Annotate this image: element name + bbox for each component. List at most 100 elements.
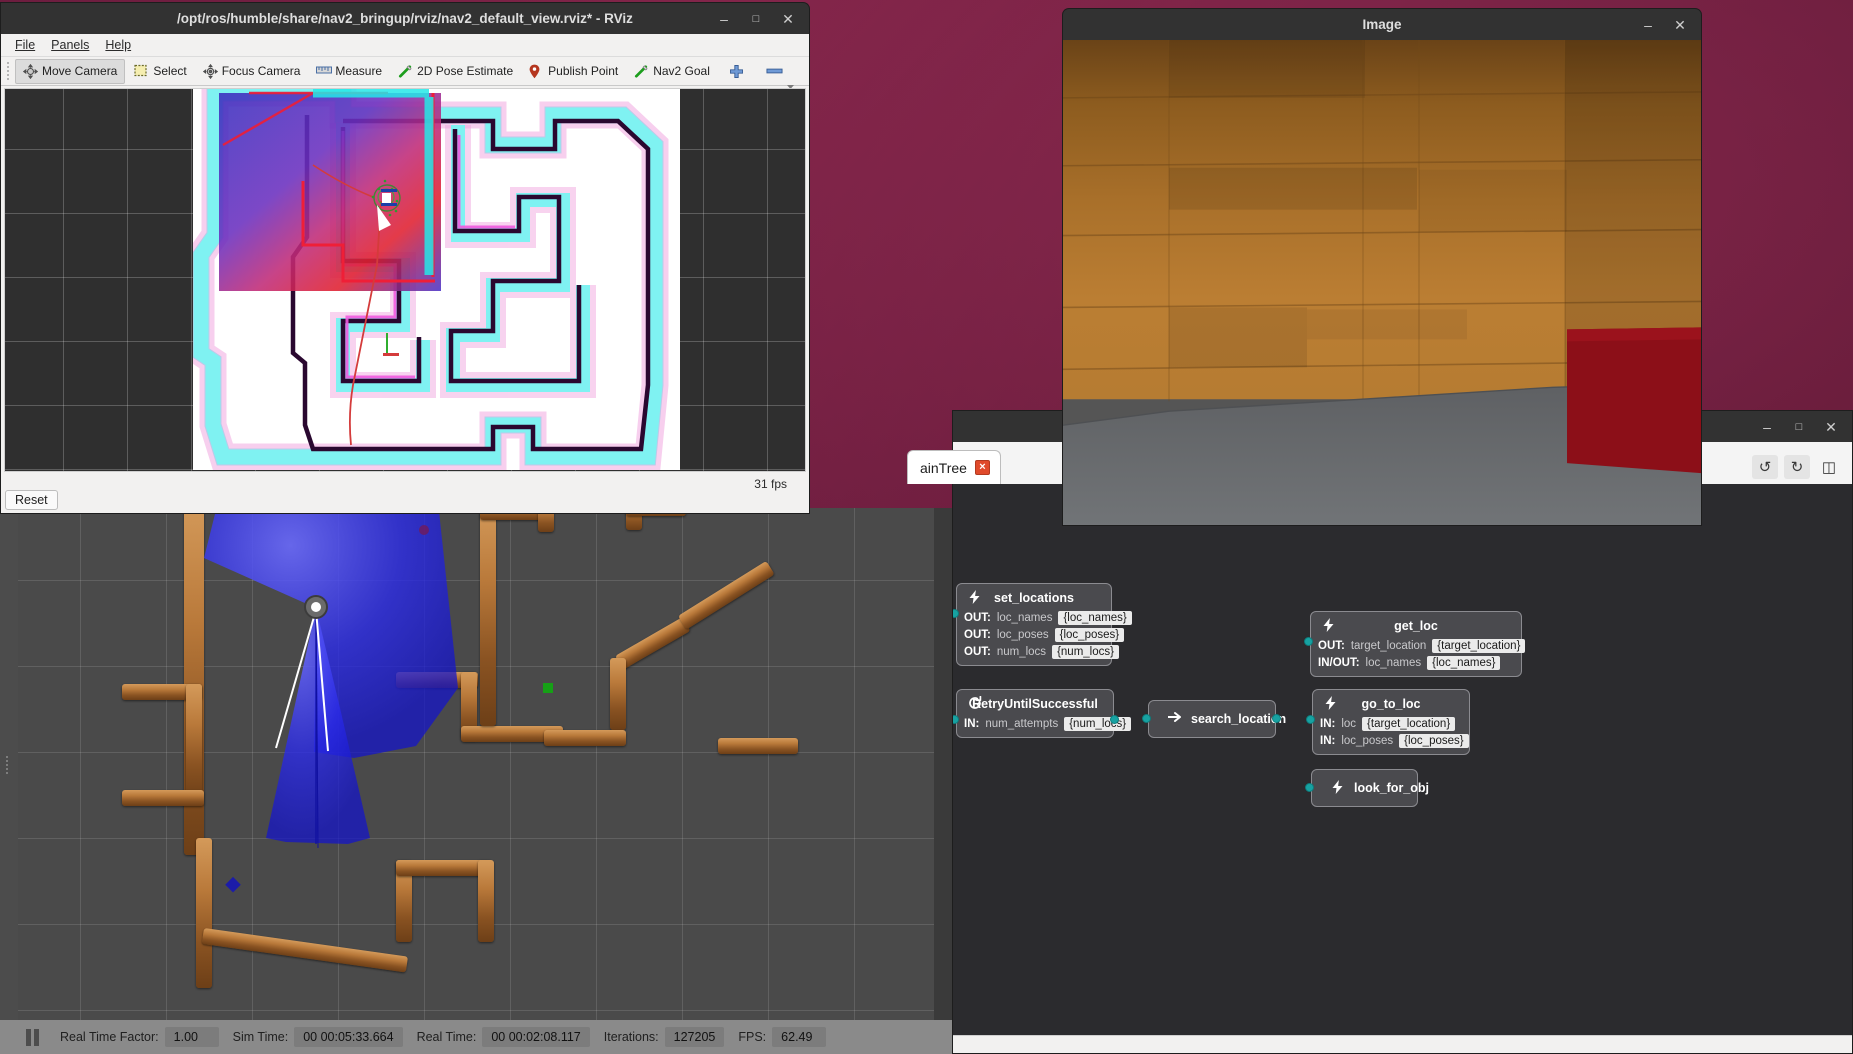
bt-port-left[interactable] (1142, 714, 1151, 723)
bt-port-name: loc_poses (1341, 735, 1394, 747)
tool-measure[interactable]: Measure (309, 59, 389, 84)
bt-port-row: IN: loc {target_location} (1320, 717, 1462, 731)
status-value-fps: 62.49 (772, 1027, 827, 1047)
retry-icon (968, 695, 983, 711)
menu-file-label: File (15, 38, 36, 52)
bt-port-direction: IN: (1320, 735, 1336, 747)
toolbar-grip[interactable] (5, 60, 13, 82)
gazebo-status-bar: Real Time Factor: 1.00 Sim Time: 00 00:0… (0, 1020, 952, 1054)
measure-icon (316, 64, 333, 79)
bt-port-value[interactable]: {loc_poses} (1054, 628, 1125, 642)
tool-move-camera-label: Move Camera (42, 64, 118, 78)
groot-maximize-button[interactable]: □ (1786, 415, 1812, 439)
image-window-title: Image (1362, 17, 1402, 32)
rviz-close-button[interactable]: ✕ (775, 7, 801, 31)
bt-port-value[interactable]: {num_locs} (1052, 645, 1119, 659)
bt-node-search_location[interactable]: search_location (1148, 700, 1286, 738)
rviz-titlebar[interactable]: /opt/ros/humble/share/nav2_bringup/rviz/… (0, 2, 810, 34)
bt-port-left[interactable] (1304, 637, 1313, 646)
reset-button[interactable]: Reset (5, 490, 58, 510)
gazebo-body: Real Time Factor: 1.00 Sim Time: 00 00:0… (0, 508, 952, 1054)
bt-node-header: RetryUntilSuccessful (964, 695, 1106, 714)
bt-port-left[interactable] (1305, 783, 1314, 792)
groot-toolbar: ↺ ↻ ◫ (1752, 455, 1842, 479)
bt-port-value[interactable]: {target_location} (1362, 717, 1456, 731)
bt-node-get_loc[interactable]: get_loc OUT: target_location {target_locati… (1310, 611, 1526, 677)
status-label-simtime: Sim Time: (232, 1030, 289, 1044)
tool-add[interactable] (719, 59, 754, 84)
tab-main-tree[interactable]: ainTree × (907, 450, 1001, 484)
bt-port-direction: IN/OUT: (1318, 657, 1360, 669)
bt-port-right[interactable] (1110, 715, 1119, 724)
menu-panels-label: Panels (51, 38, 90, 52)
bt-port-direction: OUT: (964, 612, 991, 624)
bt-node-look_for_obj[interactable]: look_for_obj (1311, 769, 1429, 807)
plus-icon (729, 64, 744, 79)
bt-port-value[interactable]: {num_locs} (1064, 717, 1132, 731)
bt-port-row: OUT: loc_names {loc_names} (964, 611, 1132, 625)
tool-measure-label: Measure (335, 64, 383, 78)
bt-node-set_locations[interactable]: set_locations OUT: loc_names {loc_names} OUT… (956, 583, 1132, 666)
camera-frame (1063, 40, 1701, 525)
bt-port-value[interactable]: {target_location} (1432, 639, 1526, 653)
rviz-minimize-button[interactable]: – (711, 7, 737, 31)
groot-close-button[interactable]: ✕ (1818, 415, 1844, 439)
behavior-tree-canvas[interactable]: main_loopset_locationsOUT:loc_names{loc_… (953, 484, 1852, 1035)
action-bolt-icon (1324, 696, 1339, 711)
image-minimize-button[interactable]: – (1635, 13, 1661, 37)
image-window: Image – ✕ (1062, 8, 1702, 526)
rviz-window: /opt/ros/humble/share/nav2_bringup/rviz/… (0, 2, 810, 514)
pose-estimate-icon (398, 64, 413, 79)
bt-port-name: loc_names (996, 612, 1053, 624)
tool-focus-camera-label: Focus Camera (221, 64, 301, 78)
undo-icon[interactable]: ↺ (1752, 455, 1778, 479)
focus-camera-icon (202, 63, 218, 79)
rviz-maximize-button[interactable]: □ (743, 7, 769, 31)
bt-port-row: OUT: num_locs {num_locs} (964, 645, 1119, 659)
rviz-fps-row: 31 fps (1, 472, 809, 496)
bt-port-name: num_attempts (985, 718, 1059, 730)
bt-node-RetryUntilSuccessful[interactable]: RetryUntilSuccessful IN: num_attempts {num_… (956, 689, 1132, 738)
bt-port-row: OUT: target_location {target_location} (1318, 639, 1526, 653)
menu-panels[interactable]: Panels (43, 36, 97, 54)
tool-move-camera[interactable]: Move Camera (15, 58, 126, 84)
tool-2d-pose-estimate[interactable]: 2D Pose Estimate (391, 59, 520, 84)
gazebo-3d-viewport[interactable] (18, 508, 934, 1020)
menu-help[interactable]: Help (97, 36, 139, 54)
bt-port-value[interactable]: {loc_names} (1058, 611, 1132, 625)
redo-icon[interactable]: ↻ (1784, 455, 1810, 479)
status-label-rtf: Real Time Factor: (60, 1030, 159, 1044)
tool-select[interactable]: Select (127, 59, 193, 84)
bt-port-value[interactable]: {loc_poses} (1399, 734, 1469, 748)
tool-publish-point[interactable]: Publish Point (522, 59, 625, 84)
split-view-icon[interactable]: ◫ (1816, 455, 1842, 479)
bt-port-direction: OUT: (964, 646, 991, 658)
image-close-button[interactable]: ✕ (1667, 13, 1693, 37)
bt-port-direction: OUT: (1318, 640, 1345, 652)
bt-port-right[interactable] (1272, 714, 1281, 723)
rviz-3d-viewport[interactable]: ◀ ▶ (4, 88, 806, 472)
image-titlebar[interactable]: Image – ✕ (1062, 8, 1702, 40)
tab-label: ainTree (920, 459, 967, 476)
bt-node-title: set_locations (994, 591, 1074, 605)
tool-select-label: Select (153, 64, 187, 78)
tab-close-icon[interactable]: × (974, 460, 990, 475)
pause-icon[interactable] (18, 1025, 46, 1049)
publish-point-icon (529, 64, 544, 79)
menu-file[interactable]: File (7, 36, 43, 54)
gazebo-left-handle[interactable] (6, 754, 11, 776)
tool-remove[interactable] (756, 59, 794, 89)
tool-focus-camera[interactable]: Focus Camera (196, 59, 308, 84)
tool-publish-point-label: Publish Point (548, 64, 619, 78)
bt-port-name: num_locs (996, 646, 1047, 658)
menu-help-label: Help (105, 38, 132, 52)
bt-port-left[interactable] (1306, 715, 1315, 724)
camera-image-view (1062, 40, 1702, 526)
bt-node-go_to_loc[interactable]: go_to_loc IN: loc {target_location} IN: loc_p… (1312, 689, 1470, 755)
bt-port-value[interactable]: {loc_names} (1427, 656, 1501, 670)
groot-minimize-button[interactable]: – (1754, 415, 1780, 439)
tool-nav2-goal[interactable]: Nav2 Goal (627, 59, 717, 84)
groot-bottom-strip (953, 1035, 1852, 1053)
status-value-simtime: 00 00:05:33.664 (294, 1027, 403, 1047)
rviz-title: /opt/ros/humble/share/nav2_bringup/rviz/… (177, 11, 633, 26)
